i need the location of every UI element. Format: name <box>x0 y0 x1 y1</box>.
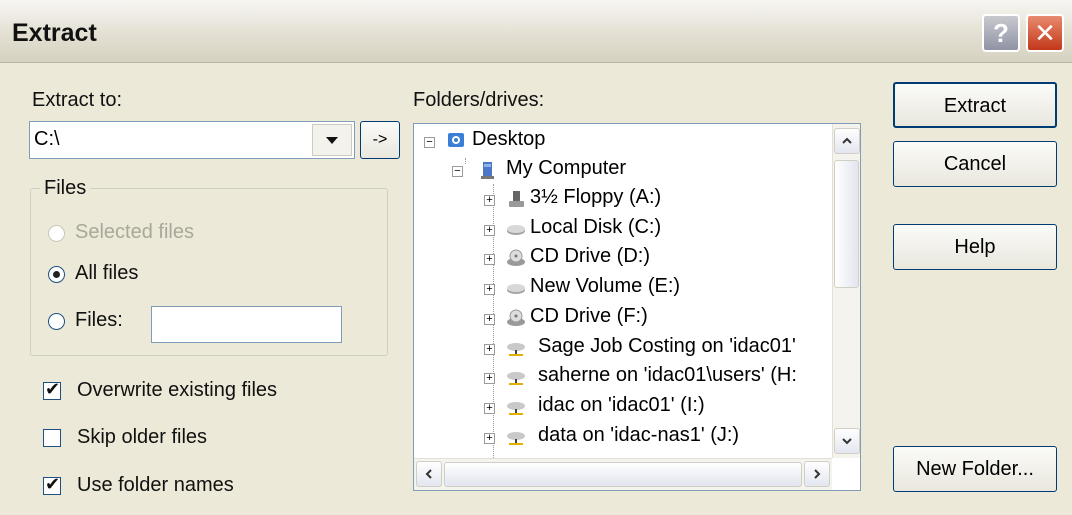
close-icon: ✕ <box>1034 18 1056 48</box>
scroll-down-button[interactable] <box>834 428 860 454</box>
dropdown-button[interactable] <box>312 124 352 156</box>
checkbox-box[interactable]: ✔ <box>43 379 61 400</box>
tree-item-label: CD Drive (F:) <box>530 305 648 327</box>
expand-icon[interactable]: + <box>484 284 495 295</box>
extract-to-label: Extract to: <box>32 89 123 111</box>
tree-item-label: 3½ Floppy (A:) <box>530 186 662 208</box>
chevron-left-icon <box>425 469 432 479</box>
chevron-down-icon <box>326 137 338 144</box>
scroll-left-button[interactable] <box>416 461 442 487</box>
network-drive-icon <box>507 402 525 415</box>
checkbox-label: Use folder names <box>77 474 234 496</box>
radio-label: All files <box>75 262 139 284</box>
select-folder-arrow-button[interactable]: -> <box>360 121 400 159</box>
radio-label: Files: <box>75 309 123 331</box>
cd-drive-icon <box>507 249 525 266</box>
files-group-title: Files <box>40 177 91 200</box>
tree-item-label: Sage Job Costing on 'idac01' <box>538 335 796 357</box>
network-drive-icon <box>507 432 525 445</box>
desktop-icon <box>448 133 464 147</box>
cancel-button[interactable]: Cancel <box>893 141 1057 187</box>
new-folder-button[interactable]: New Folder... <box>893 446 1057 492</box>
harddisk-icon <box>507 284 525 294</box>
extract-dialog: Extract ? ✕ Extract to: C:\ -> Files Sel… <box>0 0 1072 515</box>
extract-to-combobox[interactable]: C:\ <box>29 121 355 159</box>
collapse-icon[interactable]: − <box>424 137 435 148</box>
radio-label: Selected files <box>75 221 194 243</box>
network-drive-icon <box>507 343 525 356</box>
extract-to-value: C:\ <box>34 128 60 150</box>
expand-icon[interactable]: + <box>484 433 495 444</box>
floppy-icon <box>509 191 524 207</box>
chevron-down-icon <box>842 438 852 445</box>
checkbox-box[interactable] <box>43 429 61 447</box>
checkbox-label: Overwrite existing files <box>77 379 278 401</box>
scroll-right-button[interactable] <box>804 461 830 487</box>
harddisk-icon <box>507 225 525 235</box>
expand-icon[interactable]: + <box>484 373 495 384</box>
window-title: Extract <box>12 19 97 47</box>
folder-tree[interactable]: − Desktop − My Computer + 3½ Floppy (A:)… <box>413 123 861 491</box>
title-bar[interactable]: Extract ? ✕ <box>0 0 1072 63</box>
horizontal-scroll-thumb[interactable] <box>444 462 802 487</box>
checkbox-box[interactable]: ✔ <box>43 474 61 495</box>
expand-icon[interactable]: + <box>484 403 495 414</box>
chevron-up-icon <box>842 137 852 144</box>
tree-item-label: CD Drive (D:) <box>530 245 650 267</box>
collapse-icon[interactable]: − <box>452 166 463 177</box>
chevron-right-icon <box>814 469 821 479</box>
checkbox-label: Skip older files <box>77 426 208 448</box>
computer-icon <box>481 162 494 179</box>
expand-icon[interactable]: + <box>484 344 495 355</box>
radio-circle[interactable] <box>48 266 65 283</box>
tree-item-label: My Computer <box>506 157 627 179</box>
files-filter-input[interactable] <box>151 306 342 343</box>
expand-icon[interactable]: + <box>484 195 495 206</box>
expand-icon[interactable]: + <box>484 225 495 236</box>
network-drive-icon <box>507 372 525 385</box>
help-title-button[interactable]: ? <box>982 14 1020 52</box>
extract-button[interactable]: Extract <box>893 82 1057 128</box>
radio-circle[interactable] <box>48 313 65 330</box>
tree-item-label: Local Disk (C:) <box>530 216 662 238</box>
tree-item-label: data on 'idac-nas1' (J:) <box>538 424 740 446</box>
cd-drive-icon <box>507 309 525 326</box>
tree-item-label: Desktop <box>472 128 546 150</box>
close-button[interactable]: ✕ <box>1026 14 1064 52</box>
expand-icon[interactable]: + <box>484 254 495 265</box>
vertical-scroll-thumb[interactable] <box>834 160 859 288</box>
radio-circle[interactable] <box>48 225 65 242</box>
help-button[interactable]: Help <box>893 224 1057 270</box>
question-icon: ? <box>993 18 1009 48</box>
expand-icon[interactable]: + <box>484 314 495 325</box>
folders-drives-label: Folders/drives: <box>413 89 545 111</box>
tree-item-label: saherne on 'idac01\users' (H: <box>538 364 797 386</box>
scroll-up-button[interactable] <box>834 128 860 154</box>
tree-item-label: New Volume (E:) <box>530 275 681 297</box>
tree-item-label: idac on 'idac01' (I:) <box>538 394 705 416</box>
